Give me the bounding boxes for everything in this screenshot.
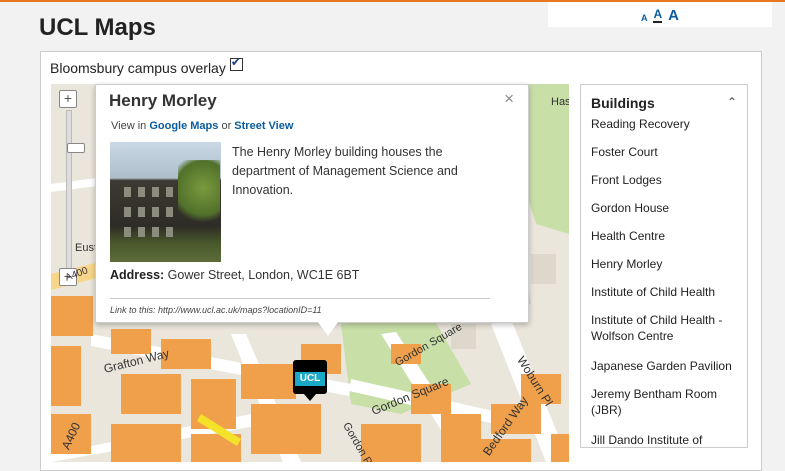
building-item[interactable]: Jill Dando Institute of [591, 432, 741, 447]
ucl-map-marker[interactable]: UCL [293, 360, 327, 401]
text-size-large-button[interactable]: A [668, 8, 679, 23]
building-info-popup: Henry Morley × View in Google Maps or St… [95, 84, 529, 336]
permalink-text: Link to this: http://www.ucl.ac.uk/maps?… [110, 305, 322, 315]
building-item[interactable]: Gordon House [591, 200, 741, 216]
view-in-prefix: View in [111, 120, 147, 132]
text-size-medium-button[interactable]: A [653, 8, 663, 23]
building-item[interactable]: Jeremy Bentham Room (JBR) [591, 386, 741, 418]
popup-divider [110, 298, 490, 299]
building-item[interactable]: Japanese Garden Pavilion [591, 358, 741, 374]
page-title: UCL Maps [39, 14, 156, 41]
building-item[interactable]: Institute of Child Health [591, 284, 741, 300]
overlay-label: Bloomsbury campus overlay [50, 60, 226, 76]
buildings-sidebar: Buildings ⌃ Reading Recovery Foster Cour… [580, 84, 748, 448]
street-view-link[interactable]: Street View [234, 120, 293, 132]
google-maps-link[interactable]: Google Maps [149, 120, 218, 132]
marker-label: UCL [295, 372, 325, 386]
building-photo [110, 142, 221, 262]
view-in-or: or [221, 120, 232, 132]
building-item[interactable]: Reading Recovery [591, 116, 741, 132]
address-label: Address: [110, 268, 165, 282]
text-size-controls: A A A [548, 2, 772, 27]
overlay-toggle-row: Bloomsbury campus overlay [50, 55, 243, 76]
address-value: Gower Street, London, WC1E 6BT [167, 268, 360, 282]
buildings-heading: Buildings [591, 95, 655, 111]
map-label-hastings: Hast [551, 96, 569, 108]
overlay-checkbox[interactable] [229, 55, 243, 71]
building-item[interactable]: Foster Court [591, 144, 741, 160]
building-item[interactable]: Institute of Child Health - Wolfson Cent… [591, 312, 741, 344]
zoom-slider-handle[interactable] [67, 143, 85, 153]
building-address: Address: Gower Street, London, WC1E 6BT [110, 268, 359, 282]
text-size-small-button[interactable]: A [641, 14, 648, 23]
chevron-up-icon[interactable]: ⌃ [727, 95, 737, 109]
close-icon[interactable]: × [504, 89, 514, 109]
building-item[interactable]: Health Centre [591, 228, 741, 244]
zoom-in-button[interactable]: + [59, 90, 77, 108]
map-label-euston: Eust [75, 242, 98, 254]
popup-title: Henry Morley [109, 91, 217, 110]
building-description: The Henry Morley building houses the dep… [232, 145, 458, 197]
building-item[interactable]: Front Lodges [591, 172, 741, 188]
view-in-links: View in Google Maps or Street View [111, 120, 293, 132]
zoom-slider-track[interactable] [66, 110, 85, 270]
building-item[interactable]: Henry Morley [591, 256, 741, 272]
